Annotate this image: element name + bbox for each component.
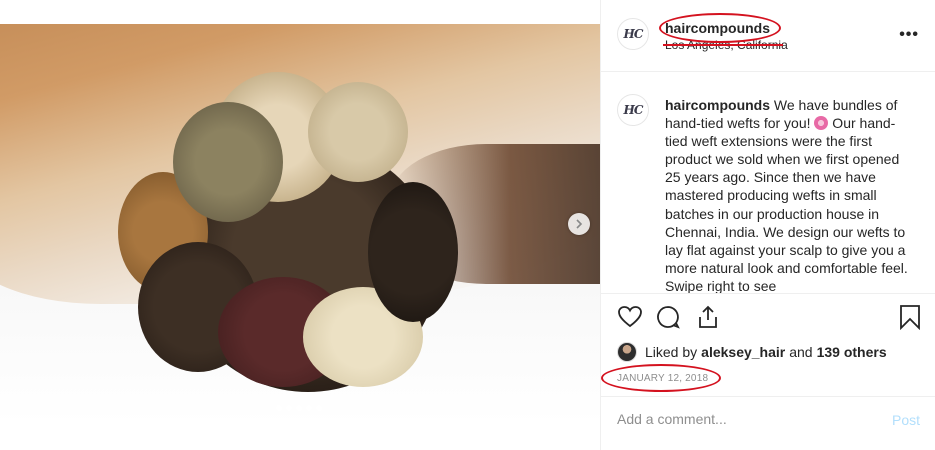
location-link[interactable]: Los Angeles, California [665,38,788,52]
carousel-dot[interactable] [276,405,282,411]
carousel-dot[interactable] [316,405,322,411]
caption-body-part2: Our hand-tied weft extensions were the f… [665,115,908,294]
carousel-dots [276,405,322,411]
post-header: HC haircompounds Los Angeles, California… [601,0,935,72]
more-icon[interactable]: ••• [899,26,919,44]
avatar[interactable] [617,342,637,362]
flower-emoji-icon [814,116,829,131]
chevron-right-icon [576,219,583,229]
caption-username-link[interactable]: haircompounds [665,97,770,113]
heart-icon[interactable] [617,304,643,330]
bookmark-icon[interactable] [897,304,923,330]
carousel-dot[interactable] [306,405,312,411]
post-photo[interactable] [0,24,600,424]
share-icon[interactable] [695,304,721,330]
likes-row: Liked by aleksey_hair and 139 others [617,342,887,362]
caption-section: HC haircompounds We have bundles of hand… [601,72,935,294]
post-date[interactable]: JANUARY 12, 2018 [617,373,708,384]
hair-weft-bundle [118,72,478,402]
brand-logo: HC [623,103,644,117]
post-comment-button[interactable]: Post [892,412,920,428]
post-side-panel: HC haircompounds Los Angeles, California… [600,0,935,450]
comment-icon[interactable] [655,304,681,330]
liked-by-label: Liked by [645,344,698,360]
comment-bar: Post [601,396,935,450]
caption-text: haircompounds We have bundles of hand-ti… [665,96,915,294]
media-area [0,0,600,450]
action-bar [617,304,920,334]
brand-logo: HC [623,27,644,41]
avatar[interactable]: HC [617,18,649,50]
and-label: and [789,344,813,360]
username-link[interactable]: haircompounds [665,20,770,36]
avatar[interactable]: HC [617,94,649,126]
next-slide-button[interactable] [568,213,590,235]
carousel-dot[interactable] [286,405,292,411]
carousel-dot[interactable] [296,405,302,411]
others-link[interactable]: 139 others [817,344,887,360]
liked-by-user-link[interactable]: aleksey_hair [701,344,785,360]
comment-input[interactable] [617,411,867,427]
